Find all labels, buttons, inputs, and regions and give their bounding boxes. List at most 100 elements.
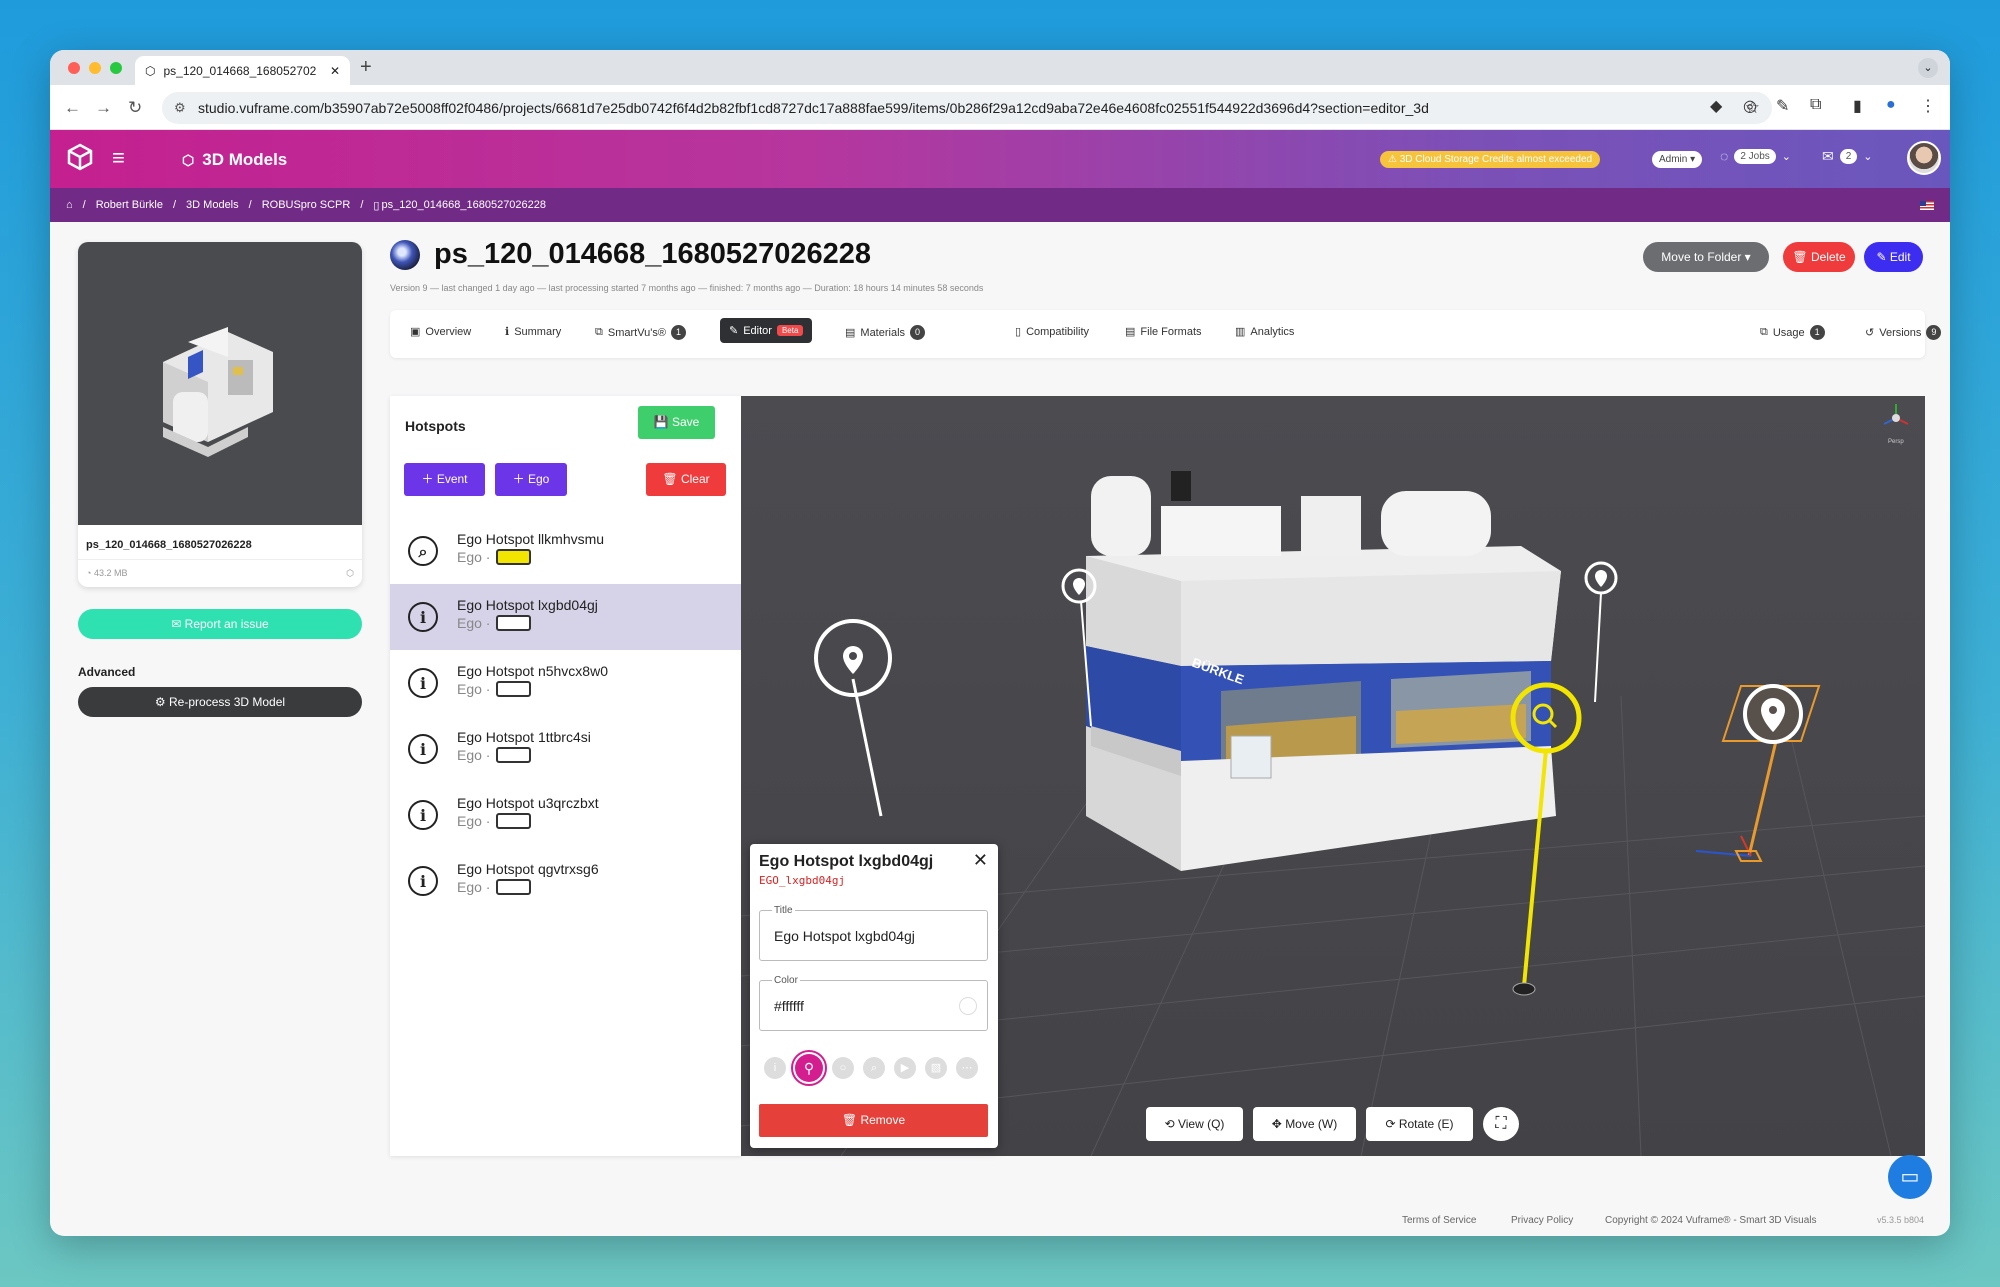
delete-label: Delete	[1810, 250, 1846, 264]
tab-compatibility[interactable]: ▯ Compatibility	[1015, 325, 1089, 339]
forward-icon[interactable]: →	[95, 98, 112, 118]
add-event-button[interactable]: ＋ Event	[404, 463, 485, 496]
site-info-icon[interactable]: ⚙	[174, 100, 186, 116]
user-avatar[interactable]	[1907, 141, 1941, 175]
tab-label: Overview	[425, 325, 472, 338]
more-icon[interactable]: ⋮	[1920, 96, 1936, 116]
image-icon[interactable]: ▧	[925, 1057, 947, 1079]
fullscreen-focus-icon[interactable]: ⛶	[1483, 1107, 1519, 1141]
rotate-mode-button[interactable]: ⟳ Rotate (E)	[1366, 1107, 1473, 1141]
new-tab-icon[interactable]: +	[360, 56, 372, 79]
hotspot-edit-popup: Ego Hotspot lxgbd04gj EGO_lxgbd04gj ✕ Ti…	[750, 844, 998, 1148]
tab-analytics[interactable]: ▥ Analytics	[1235, 325, 1294, 339]
url-field[interactable]: ⚙ studio.vuframe.com/b35907ab72e5008ff02…	[162, 92, 1772, 124]
model-card[interactable]: ps_120_014668_1680527026228 ◔ 43.2 MB ⬡	[78, 242, 362, 587]
tab-smartvus[interactable]: ⧉ SmartVu's® 1	[595, 325, 686, 340]
tab-file-formats[interactable]: ▤ File Formats	[1125, 325, 1202, 339]
bar-chart-icon: ▥	[1235, 326, 1246, 338]
view-mode-button[interactable]: ⟲ View (Q)	[1146, 1107, 1243, 1141]
circle-icon[interactable]: ○	[832, 1057, 854, 1079]
close-window-icon[interactable]	[68, 62, 80, 74]
puzzle-icon[interactable]: ⧉	[1810, 96, 1821, 114]
title-field[interactable]: Title Ego Hotspot lxgbd04gj	[759, 905, 988, 961]
maximize-window-icon[interactable]	[110, 62, 122, 74]
reload-icon[interactable]: ↻	[128, 98, 142, 118]
breadcrumb-company[interactable]: Robert Bürkle	[96, 199, 163, 211]
move-label: Move (W)	[1285, 1117, 1338, 1131]
color-swatch	[496, 681, 532, 697]
jobs-dropdown[interactable]: ◌ 2 Jobs ⌄	[1720, 148, 1791, 164]
chat-support-icon[interactable]: ▭	[1888, 1155, 1932, 1199]
tab-versions[interactable]: ↺ Versions 9	[1865, 325, 1942, 340]
save-button[interactable]: 💾 Save	[638, 406, 715, 439]
count-badge: 9	[1926, 325, 1942, 340]
back-icon[interactable]: ←	[64, 98, 81, 118]
admin-dropdown[interactable]: Admin ▾	[1652, 151, 1703, 168]
hotspot-list-item[interactable]: i Ego Hotspot qgvtrxsg6 Ego ·	[390, 848, 742, 914]
add-ego-button[interactable]: ＋ Ego	[495, 463, 567, 496]
extension-icon[interactable]: ◎	[1743, 96, 1757, 116]
count-badge: 0	[910, 325, 926, 340]
extension-icon[interactable]: ◆	[1710, 96, 1722, 116]
messages-dropdown[interactable]: ✉ 2 ⌄	[1822, 148, 1873, 165]
tab-editor[interactable]: ✎ Editor Beta	[720, 318, 813, 343]
move-mode-button[interactable]: ✥ Move (W)	[1253, 1107, 1356, 1141]
search-icon[interactable]: ⌕	[863, 1057, 885, 1079]
reprocess-button[interactable]: ⚙ Re-process 3D Model	[78, 687, 362, 717]
close-tab-icon[interactable]: ✕	[330, 64, 340, 78]
hotspot-list-item[interactable]: ⌕ Ego Hotspot llkmhvsmu Ego ·	[390, 518, 742, 584]
url-text: studio.vuframe.com/b35907ab72e5008ff02f0…	[198, 100, 1429, 116]
window-controls[interactable]	[68, 62, 122, 74]
sidebar: ps_120_014668_1680527026228 ◔ 43.2 MB ⬡ …	[78, 242, 362, 717]
info-icon: i	[408, 734, 438, 764]
hotspot-name: Ego Hotspot llkmhvsmu	[457, 531, 605, 547]
privacy-link[interactable]: Privacy Policy	[1511, 1215, 1573, 1226]
terms-link[interactable]: Terms of Service	[1402, 1215, 1476, 1226]
hotspot-list-item[interactable]: i Ego Hotspot 1ttbrc4si Ego ·	[390, 716, 742, 782]
edit-button[interactable]: ✎ Edit	[1864, 242, 1923, 272]
storage-warning-badge[interactable]: ⚠ 3D Cloud Storage Credits almost exceed…	[1380, 151, 1601, 168]
minimize-window-icon[interactable]	[89, 62, 101, 74]
tab-usage[interactable]: ⧉ Usage 1	[1760, 325, 1825, 340]
breadcrumb-item: ps_120_014668_1680527026228	[381, 199, 547, 211]
home-icon[interactable]: ⌂	[66, 199, 73, 211]
hotspot-type: Ego ·	[457, 549, 491, 565]
vuframe-logo-icon[interactable]	[66, 143, 94, 171]
profile-icon[interactable]: ●	[1886, 96, 1896, 114]
hotspots-panel: Hotspots 💾 Save ＋ Event ＋ Ego 🗑 Clear ⌕ …	[390, 396, 742, 1156]
popup-title: Ego Hotspot lxgbd04gj	[759, 853, 934, 870]
map-pin-icon[interactable]: ⚲	[791, 1050, 827, 1086]
delete-button[interactable]: 🗑 Delete	[1783, 242, 1855, 272]
extension-icon[interactable]: ✎	[1776, 96, 1789, 116]
tab-label: File Formats	[1140, 325, 1202, 338]
hotspot-list-item[interactable]: i Ego Hotspot n5hvcx8w0 Ego ·	[390, 650, 742, 716]
play-icon[interactable]: ▶	[894, 1057, 916, 1079]
us-flag-icon[interactable]	[1920, 201, 1934, 210]
move-to-folder-button[interactable]: Move to Folder ▾	[1643, 242, 1769, 272]
close-icon[interactable]: ✕	[973, 850, 988, 871]
ego-label: Ego	[527, 472, 550, 486]
chevron-down-icon[interactable]: ⌄	[1918, 58, 1938, 78]
tab-label: Summary	[514, 325, 562, 338]
hotspot-list-item[interactable]: i Ego Hotspot lxgbd04gj Ego ·	[390, 584, 742, 650]
model-card-meta: ◔ 43.2 MB ⬡	[78, 559, 362, 587]
remove-label: Remove	[860, 1113, 906, 1127]
remove-button[interactable]: 🗑 Remove	[759, 1104, 988, 1137]
info-icon[interactable]: i	[764, 1057, 786, 1079]
hotspot-list-item[interactable]: i Ego Hotspot u3qrczbxt Ego ·	[390, 782, 742, 848]
breadcrumb-3d-models[interactable]: 3D Models	[186, 199, 239, 211]
more-icon[interactable]: ⋯	[956, 1057, 978, 1079]
menu-icon[interactable]: ≡	[112, 145, 125, 171]
color-field[interactable]: Color #ffffff	[759, 975, 988, 1031]
tab-materials[interactable]: ▤ Materials 0	[845, 325, 926, 340]
browser-tabbar: ⬡ ps_120_014668_168052702 ✕ + ⌄	[50, 50, 1950, 85]
report-issue-button[interactable]: ✉ Report an issue	[78, 609, 362, 639]
tab-summary[interactable]: ℹ Summary	[505, 325, 562, 339]
browser-tab[interactable]: ⬡ ps_120_014668_168052702 ✕	[135, 56, 350, 85]
tab-overview[interactable]: ▣ Overview	[410, 325, 472, 339]
sidepanel-icon[interactable]: ▮	[1853, 96, 1862, 116]
color-preview-swatch[interactable]	[959, 997, 977, 1015]
file-size-text: 43.2 MB	[93, 568, 128, 578]
breadcrumb-project[interactable]: ROBUSpro SCPR	[262, 199, 351, 211]
clear-button[interactable]: 🗑 Clear	[646, 463, 726, 496]
